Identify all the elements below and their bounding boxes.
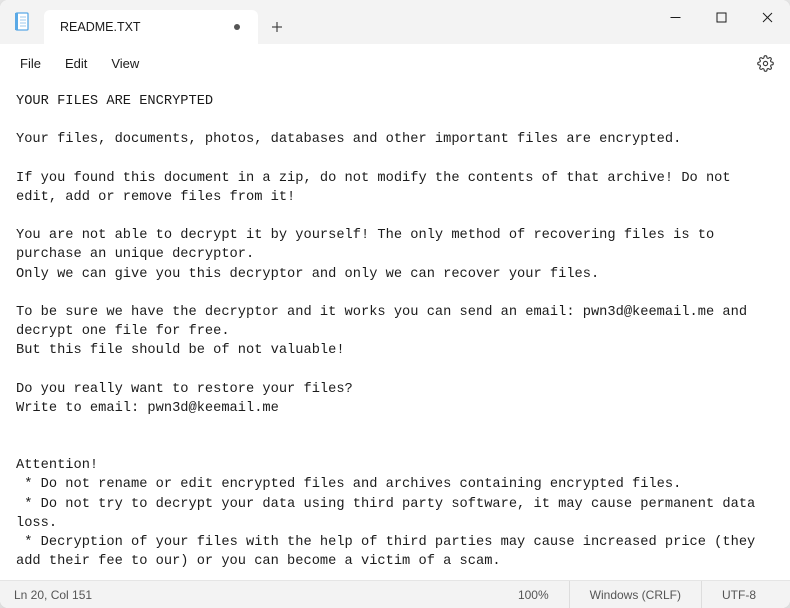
encoding[interactable]: UTF-8 (701, 581, 776, 608)
settings-button[interactable] (748, 48, 782, 78)
menu-view[interactable]: View (99, 50, 151, 77)
notepad-window: README.TXT (0, 0, 790, 608)
plus-icon (270, 20, 284, 34)
new-tab-button[interactable] (258, 10, 296, 44)
menu-edit[interactable]: Edit (53, 50, 99, 77)
menubar: File Edit View (0, 44, 790, 82)
gear-icon (757, 55, 774, 72)
menu-file[interactable]: File (8, 50, 53, 77)
tab-strip: README.TXT (44, 0, 296, 44)
minimize-icon (670, 12, 681, 23)
document-content: YOUR FILES ARE ENCRYPTED Your files, doc… (16, 92, 774, 571)
tab-readme[interactable]: README.TXT (44, 10, 258, 44)
tab-title: README.TXT (60, 20, 222, 34)
statusbar: Ln 20, Col 151 100% Windows (CRLF) UTF-8 (0, 580, 790, 608)
close-button[interactable] (744, 2, 790, 32)
maximize-icon (716, 12, 727, 23)
close-icon (762, 12, 773, 23)
editor-area[interactable]: YOUR FILES ARE ENCRYPTED Your files, doc… (0, 82, 790, 580)
notepad-app-icon (14, 12, 30, 32)
tab-modified-indicator-icon (234, 24, 240, 30)
minimize-button[interactable] (652, 2, 698, 32)
cursor-position[interactable]: Ln 20, Col 151 (14, 588, 92, 602)
window-controls (652, 0, 790, 44)
zoom-level[interactable]: 100% (498, 581, 569, 608)
titlebar: README.TXT (0, 0, 790, 44)
maximize-button[interactable] (698, 2, 744, 32)
line-ending[interactable]: Windows (CRLF) (569, 581, 701, 608)
